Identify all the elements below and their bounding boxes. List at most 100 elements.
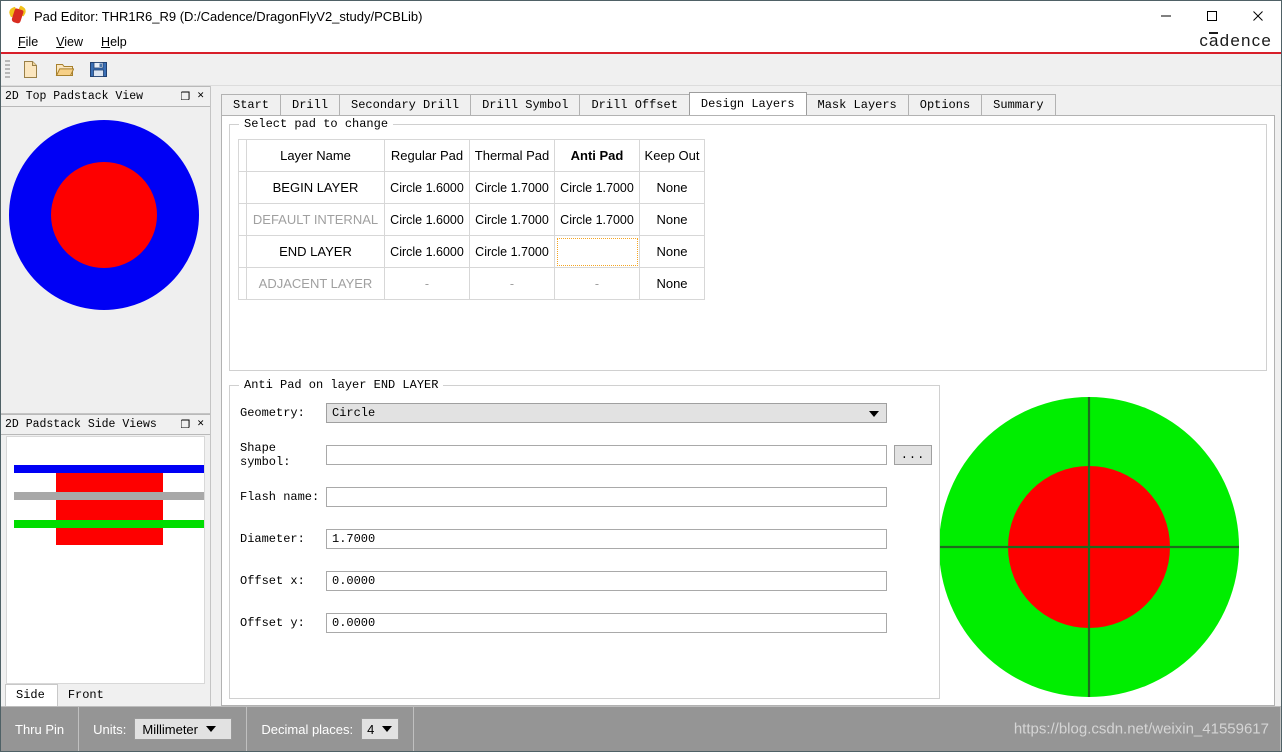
cell-regular-pad[interactable]: Circle 1.6000 xyxy=(384,171,470,204)
flash-name-row: Flash name: xyxy=(240,486,939,508)
close-button[interactable] xyxy=(1235,1,1281,31)
menu-view[interactable]: View xyxy=(47,33,92,51)
pad-layer-table[interactable]: Layer Name Regular Pad Thermal Pad Anti … xyxy=(238,139,705,300)
decimal-places-select[interactable]: 4 xyxy=(361,718,400,740)
window-controls xyxy=(1143,1,1281,31)
title-bar: Pad Editor: THR1R6_R9 (D:/Cadence/Dragon… xyxy=(1,1,1281,31)
side-view-mid-layer-bar xyxy=(14,492,204,500)
cell-anti-pad[interactable]: Circle 1.7000 xyxy=(554,171,640,204)
body-split: 2D Top Padstack View ❐ ✕ 2D Padstack Sid… xyxy=(1,86,1281,706)
antipad-group-title: Anti Pad on layer END LAYER xyxy=(239,378,444,392)
cell-anti-pad-selected[interactable]: Circle 1.7000 xyxy=(554,235,640,268)
maximize-button[interactable] xyxy=(1189,1,1235,31)
diameter-input[interactable]: 1.7000 xyxy=(326,529,887,549)
float-icon[interactable]: ❐ xyxy=(181,91,191,102)
cell-anti-pad[interactable]: - xyxy=(554,267,640,300)
menu-help-rest: elp xyxy=(110,34,127,49)
cell-regular-pad[interactable]: Circle 1.6000 xyxy=(384,203,470,236)
flash-name-label: Flash name: xyxy=(240,490,320,504)
offset-x-input[interactable]: 0.0000 xyxy=(326,571,887,591)
units-select[interactable]: Millimeter xyxy=(134,718,233,740)
menu-file[interactable]: File xyxy=(9,33,47,51)
table-row[interactable]: BEGIN LAYER Circle 1.6000 Circle 1.7000 … xyxy=(238,171,705,204)
tab-secondary-drill[interactable]: Secondary Drill xyxy=(339,94,472,115)
open-file-button[interactable] xyxy=(49,56,79,83)
brand-pre: c xyxy=(1199,30,1210,50)
row-header[interactable] xyxy=(238,267,247,300)
menu-help-mnemonic: H xyxy=(101,34,111,49)
geometry-select[interactable]: Circle xyxy=(326,403,887,423)
new-file-button[interactable] xyxy=(15,56,45,83)
col-header-anti-pad[interactable]: Anti Pad xyxy=(554,139,640,172)
row-header-corner xyxy=(238,139,247,172)
col-header-layer-name[interactable]: Layer Name xyxy=(246,139,385,172)
app-icon xyxy=(7,5,28,25)
top-padstack-view[interactable] xyxy=(1,107,210,414)
side-padstack-view[interactable] xyxy=(6,436,205,684)
units-label: Units: xyxy=(93,721,127,737)
cell-thermal-pad[interactable]: - xyxy=(469,267,555,300)
side-tab-side[interactable]: Side xyxy=(5,684,58,706)
col-header-regular-pad[interactable]: Regular Pad xyxy=(384,139,470,172)
select-pad-group-title: Select pad to change xyxy=(239,117,394,131)
cell-keep-out[interactable]: None xyxy=(639,171,705,204)
chevron-down-icon xyxy=(206,726,216,732)
cell-layer-name: BEGIN LAYER xyxy=(246,171,385,204)
table-row[interactable]: ADJACENT LAYER - - - None xyxy=(238,267,705,300)
toolbar-grip[interactable] xyxy=(5,59,10,80)
tab-start[interactable]: Start xyxy=(221,94,282,115)
side-views-dock-title: 2D Padstack Side Views xyxy=(5,418,157,431)
cell-regular-pad[interactable]: Circle 1.6000 xyxy=(384,235,470,268)
side-tab-front[interactable]: Front xyxy=(57,685,116,706)
tab-drill[interactable]: Drill xyxy=(280,94,341,115)
col-header-keep-out[interactable]: Keep Out xyxy=(639,139,705,172)
cell-layer-name: DEFAULT INTERNAL xyxy=(246,203,385,236)
menu-file-mnemonic: F xyxy=(18,34,26,49)
col-header-thermal-pad[interactable]: Thermal Pad xyxy=(469,139,555,172)
menu-file-rest: ile xyxy=(25,34,39,49)
antipad-preview[interactable] xyxy=(940,385,1267,699)
float-icon[interactable]: ❐ xyxy=(181,419,191,430)
cell-thermal-pad[interactable]: Circle 1.7000 xyxy=(469,203,555,236)
antipad-group: Anti Pad on layer END LAYER Geometry: Ci… xyxy=(229,378,940,699)
left-dock-column: 2D Top Padstack View ❐ ✕ 2D Padstack Sid… xyxy=(1,86,211,706)
cell-layer-name: END LAYER xyxy=(246,235,385,268)
cell-regular-pad[interactable]: - xyxy=(384,267,470,300)
cell-anti-pad[interactable]: Circle 1.7000 xyxy=(554,203,640,236)
cell-thermal-pad[interactable]: Circle 1.7000 xyxy=(469,171,555,204)
flash-name-input[interactable] xyxy=(326,487,887,507)
chevron-down-icon xyxy=(382,726,393,732)
tab-drill-symbol[interactable]: Drill Symbol xyxy=(470,94,581,115)
table-header-row: Layer Name Regular Pad Thermal Pad Anti … xyxy=(238,139,705,172)
row-header[interactable] xyxy=(238,235,247,268)
table-row[interactable]: DEFAULT INTERNAL Circle 1.6000 Circle 1.… xyxy=(238,203,705,236)
save-button[interactable] xyxy=(83,56,113,83)
tab-design-layers[interactable]: Design Layers xyxy=(688,92,807,115)
side-views-dock-header: 2D Padstack Side Views ❐ ✕ xyxy=(1,414,210,435)
tab-summary[interactable]: Summary xyxy=(981,94,1056,115)
shape-symbol-input[interactable] xyxy=(326,445,887,465)
side-view-pin-body xyxy=(56,470,163,545)
offset-x-row: Offset x: 0.0000 xyxy=(240,570,939,592)
menu-bar: File View Help cadence xyxy=(1,31,1281,52)
cell-keep-out[interactable]: None xyxy=(639,235,705,268)
tab-options[interactable]: Options xyxy=(907,94,983,115)
minimize-button[interactable] xyxy=(1143,1,1189,31)
cell-keep-out[interactable]: None xyxy=(639,267,705,300)
lower-row: Anti Pad on layer END LAYER Geometry: Ci… xyxy=(229,378,1267,699)
watermark-text: https://blog.csdn.net/weixin_41559617 xyxy=(1013,720,1269,738)
row-header[interactable] xyxy=(238,171,247,204)
row-header[interactable] xyxy=(238,203,247,236)
close-icon[interactable]: ✕ xyxy=(197,419,204,430)
tab-mask-layers[interactable]: Mask Layers xyxy=(805,94,909,115)
decimal-value: 4 xyxy=(367,721,375,737)
table-row[interactable]: END LAYER Circle 1.6000 Circle 1.7000 Ci… xyxy=(238,235,705,268)
shape-symbol-browse-button[interactable]: ... xyxy=(894,445,932,465)
status-units: Units: Millimeter xyxy=(79,707,248,751)
cell-keep-out[interactable]: None xyxy=(639,203,705,236)
tab-drill-offset[interactable]: Drill Offset xyxy=(579,94,690,115)
close-icon[interactable]: ✕ xyxy=(197,91,204,102)
menu-help[interactable]: Help xyxy=(92,33,136,51)
cell-thermal-pad[interactable]: Circle 1.7000 xyxy=(469,235,555,268)
offset-y-input[interactable]: 0.0000 xyxy=(326,613,887,633)
